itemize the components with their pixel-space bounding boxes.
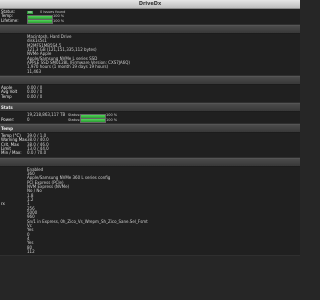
temp-label: Min / Max: bbox=[1, 150, 22, 156]
stats-power-label: Power: bbox=[1, 116, 15, 122]
lifetime-progress-bar bbox=[27, 19, 53, 25]
stats-power-progress-bar bbox=[80, 118, 106, 124]
power-section-header[interactable] bbox=[0, 76, 300, 86]
stats-row-power: Power: 0 Status: 100 % bbox=[0, 116, 300, 124]
stats-section: 19,218,863,117 TB Status: 100 % Power: 0… bbox=[0, 112, 300, 124]
temp-value: 0.0 / 70.0 bbox=[27, 150, 47, 156]
temp-section-header[interactable]: Temp bbox=[0, 123, 300, 133]
temp-row: Min / Max: 0.0 / 70.0 bbox=[0, 150, 300, 156]
info-section: Macintosh, Hard Drive disk1s5s1 M2MFS1MB5S… bbox=[0, 34, 300, 77]
lifetime-label: Lifetime: bbox=[1, 17, 19, 23]
stats-power-value: 0 bbox=[27, 116, 30, 122]
stats-section-header[interactable]: Stats bbox=[0, 103, 300, 113]
lifetime-progress-fill bbox=[28, 20, 52, 24]
info-value: 11,463 bbox=[27, 68, 41, 74]
stats-power-progress-fill bbox=[81, 119, 105, 123]
stats-power-percent: 100 % bbox=[106, 117, 118, 122]
temp-section: Temp (°C) 39.0 / 1.0 Warning Max 38.0 / 40.… bbox=[0, 132, 300, 158]
power-section: Apple 0.00 / 0 Avg Volt 0.00 / 0 Temp 0.00 / … bbox=[0, 85, 300, 104]
detail-row: 112 bbox=[0, 249, 300, 255]
power-row: Temp 0.00 / 0 bbox=[0, 93, 300, 99]
power-label: Temp bbox=[1, 93, 12, 99]
summary-section: Status: OK 0 issues found Temp: 100 % Li… bbox=[0, 9, 300, 26]
summary-row-lifetime: Lifetime: 100 % bbox=[0, 17, 300, 25]
details-section: Enabled 360 Apple/Samsung NVMe 360 L serie… bbox=[0, 166, 300, 257]
detail-value: 112 bbox=[27, 249, 35, 255]
info-row: 11,463 bbox=[0, 68, 300, 74]
details-section-header[interactable] bbox=[0, 157, 300, 167]
stats-header-title: Stats bbox=[1, 105, 13, 111]
info-section-header[interactable] bbox=[0, 25, 300, 35]
window-title: DriveDx bbox=[138, 1, 162, 7]
temp-header-title: Temp bbox=[1, 125, 13, 131]
power-value: 0.00 / 0 bbox=[27, 93, 43, 99]
window-titlebar: DriveDx bbox=[0, 0, 300, 9]
main-content[interactable]: Status: OK 0 issues found Temp: 100 % Li… bbox=[0, 9, 300, 300]
stats-power-status-label: Status: bbox=[68, 117, 81, 122]
lifetime-percent: 100 % bbox=[53, 18, 65, 23]
